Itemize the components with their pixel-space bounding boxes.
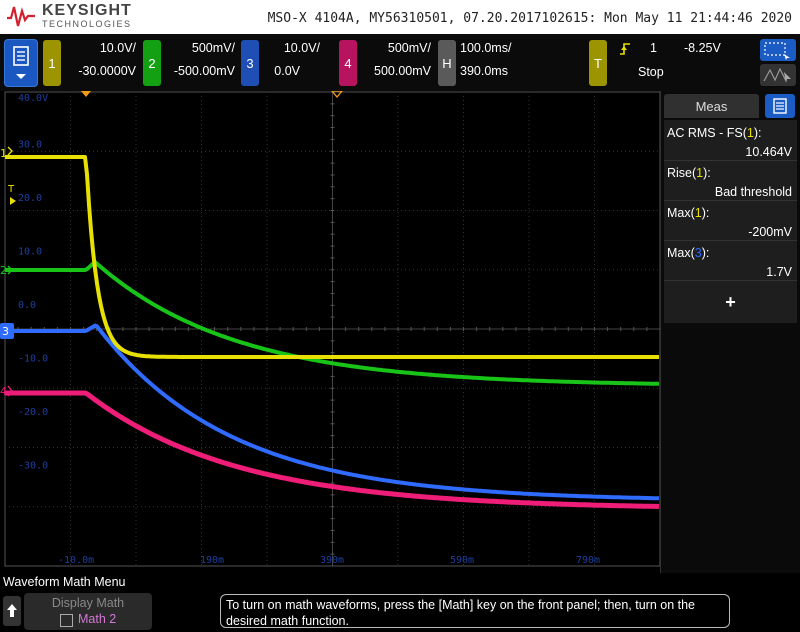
channel-1-scale: 10.0V/ xyxy=(99,41,136,55)
y-axis-label: 10.0 xyxy=(18,247,42,258)
channel-1-marker-label: 1 xyxy=(0,147,7,160)
y-axis-label: 20.0 xyxy=(18,193,42,204)
channel-4-marker-label: 4 xyxy=(0,385,7,398)
channel-2-scale: 500mV/ xyxy=(191,41,235,55)
meas-list-button[interactable] xyxy=(765,94,795,118)
channel-3-marker-label: 3 xyxy=(2,325,9,338)
brand-name: KEYSIGHT xyxy=(42,2,132,19)
measurements-panel: Meas AC RMS - FS(1): 10.464V Rise(1): Ba… xyxy=(660,91,800,573)
measurement-label: AC RMS - FS(1): xyxy=(667,126,762,140)
measurement-row[interactable]: Max(1): -200mV xyxy=(664,204,797,241)
channel-bar: 1 10.0V/ -30.0000V 2 500mV/ -500.00mV 3 … xyxy=(0,34,800,91)
trigger-level: -8.25V xyxy=(684,41,721,55)
autoscale-button[interactable] xyxy=(760,64,796,86)
measurement-row[interactable]: AC RMS - FS(1): 10.464V xyxy=(664,124,797,161)
x-axis-label: 190m xyxy=(200,555,224,566)
channel-2-offset: -500.00mV xyxy=(173,64,235,78)
horizontal-scale: 100.0ms/ xyxy=(460,41,512,55)
back-arrow-icon xyxy=(7,604,17,617)
y-axis-label: -10.0 xyxy=(18,354,48,365)
channel-3-ground-marker[interactable]: 3 xyxy=(0,323,14,339)
title-bar: KEYSIGHT TECHNOLOGIES MSO-X 4104A, MY563… xyxy=(0,0,800,34)
brand-subtitle: TECHNOLOGIES xyxy=(42,19,132,29)
rising-edge-icon xyxy=(620,43,630,55)
keysight-logo-icon xyxy=(7,6,35,27)
zoom-box-icon xyxy=(764,42,790,60)
y-axis-label: -30.0 xyxy=(18,461,48,472)
measurement-label: Max(3): xyxy=(667,246,710,260)
measurement-list: AC RMS - FS(1): 10.464V Rise(1): Bad thr… xyxy=(664,120,797,323)
x-axis-label: 790m xyxy=(576,555,600,566)
channel-3-scale: 10.0V/ xyxy=(283,41,320,55)
back-button[interactable] xyxy=(3,596,21,626)
measurement-value: 10.464V xyxy=(745,145,792,159)
waveform-touch-icon xyxy=(763,67,791,83)
x-axis-label: 590m xyxy=(450,555,474,566)
horizontal-button[interactable]: H xyxy=(438,40,456,86)
display-math-label: Display Math xyxy=(51,596,125,610)
measurement-label: Rise(1): xyxy=(667,166,711,180)
y-axis-label: 0.0 xyxy=(18,300,36,311)
channel-2-marker-label: 2 xyxy=(0,264,7,277)
channel-4-scale: 500mV/ xyxy=(387,41,431,55)
display-math-softkey[interactable]: Display Math Math 2 xyxy=(24,593,152,630)
y-axis-label: 30.0 xyxy=(18,140,42,151)
measurement-value: 1.7V xyxy=(766,265,792,279)
help-tooltip: To turn on math waveforms, press the [Ma… xyxy=(220,594,730,628)
instrument-info: MSO-X 4104A, MY56310501, 07.20.201710261… xyxy=(267,11,792,26)
menu-title: Waveform Math Menu xyxy=(3,575,126,589)
y-axis-label: 40.0V xyxy=(18,93,48,104)
channel-2-button[interactable]: 2 xyxy=(143,40,161,86)
measurement-label: Max(1): xyxy=(667,206,710,220)
channel-3-offset: 0.0V xyxy=(274,64,300,78)
trigger-source: 1 xyxy=(650,41,657,55)
channel-4-button[interactable]: 4 xyxy=(339,40,357,86)
zoom-box-button[interactable] xyxy=(760,39,796,61)
channel-3-button[interactable]: 3 xyxy=(241,40,259,86)
channel-4-offset: 500.00mV xyxy=(374,64,431,78)
y-axis-label: -20.0 xyxy=(18,407,48,418)
trigger-button[interactable]: T xyxy=(589,40,607,86)
measurement-row[interactable]: Rise(1): Bad threshold xyxy=(664,164,797,201)
add-measurement-button[interactable]: + xyxy=(664,284,797,320)
measurement-value: Bad threshold xyxy=(714,185,792,199)
acquisition-status: Stop xyxy=(638,65,664,79)
document-menu-icon xyxy=(13,46,29,79)
channel-1-offset: -30.0000V xyxy=(78,64,136,78)
measurement-value: -200mV xyxy=(748,225,792,239)
measurement-row[interactable]: Max(3): 1.7V xyxy=(664,244,797,281)
waveform-display[interactable]: 40.0V 30.0 20.0 10.0 0.0 -10.0 -20.0 -30.0 -10.0… xyxy=(0,91,660,573)
channel-1-button[interactable]: 1 xyxy=(43,40,61,86)
list-icon xyxy=(773,98,787,114)
main-menu-button[interactable] xyxy=(4,39,38,87)
meas-tab[interactable]: Meas xyxy=(664,94,759,118)
x-axis-label: 390m xyxy=(320,555,344,566)
math2-label: Math 2 xyxy=(78,612,117,626)
trigger-level-marker-label: T xyxy=(7,184,15,195)
math2-checkbox[interactable] xyxy=(60,614,73,627)
x-axis-label: -10.0m xyxy=(58,555,94,566)
horizontal-delay: 390.0ms xyxy=(460,64,508,78)
